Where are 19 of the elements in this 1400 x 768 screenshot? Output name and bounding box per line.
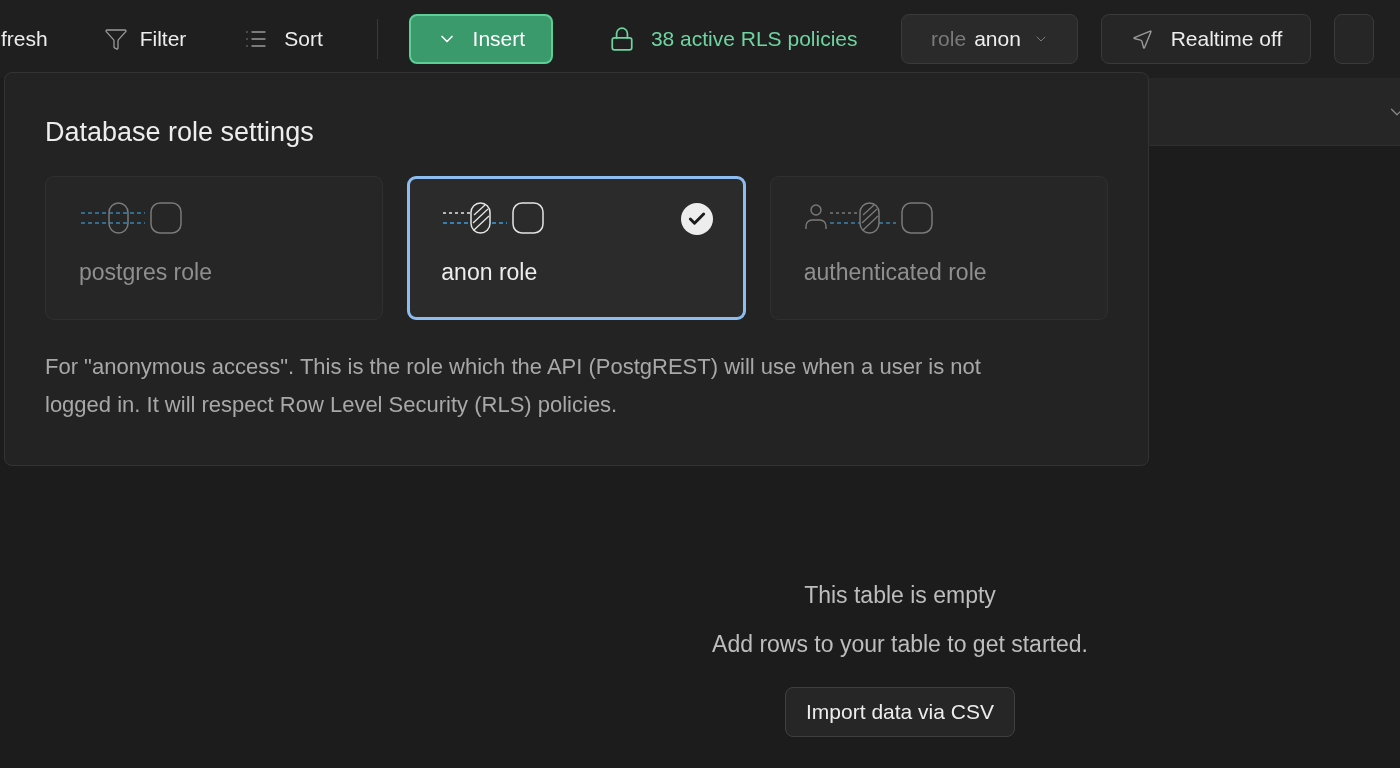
sort-button[interactable]: Sort bbox=[244, 23, 323, 55]
filter-button[interactable]: Filter bbox=[103, 23, 187, 55]
lock-icon bbox=[608, 26, 635, 52]
cursor-icon bbox=[1130, 27, 1155, 51]
filter-icon bbox=[103, 27, 128, 51]
empty-state-subtitle: Add rows to your table to get started. bbox=[712, 629, 1088, 659]
role-option-card[interactable]: authenticated role bbox=[769, 176, 1108, 320]
realtime-button[interactable]: Realtime off bbox=[1101, 14, 1312, 64]
role-option-card[interactable]: anon role bbox=[407, 176, 746, 320]
popover-title: Database role settings bbox=[45, 119, 315, 146]
role-option-card[interactable]: postgres role bbox=[45, 176, 384, 320]
check-icon bbox=[680, 203, 713, 235]
toolbar-button[interactable] bbox=[1334, 14, 1375, 64]
import-csv-button[interactable]: Import data via CSV bbox=[785, 687, 1015, 737]
role-select[interactable]: role anon bbox=[901, 14, 1079, 64]
refresh-button[interactable]: fresh bbox=[1, 23, 64, 55]
empty-state-title: This table is empty bbox=[804, 581, 996, 610]
rls-policies-link[interactable]: 38 active RLS policies bbox=[608, 23, 858, 55]
role-description: For "anonymous access". This is the role which the API (PostgREST) will use when a user is not logged in. It will respect Row Level Security (RLS) policies. bbox=[45, 353, 982, 419]
